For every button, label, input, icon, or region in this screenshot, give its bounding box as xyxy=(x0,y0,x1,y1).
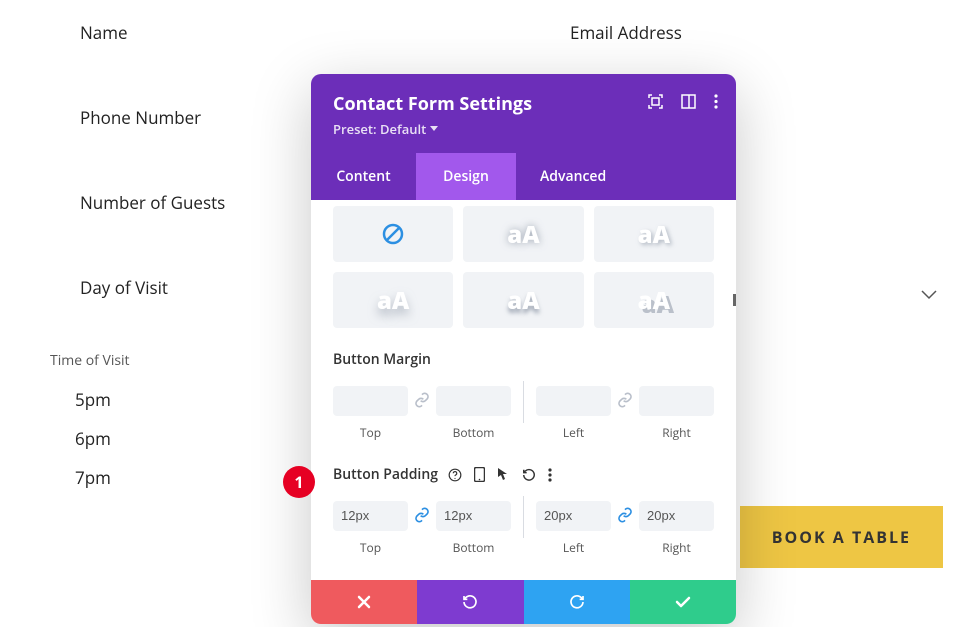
hover-icon[interactable] xyxy=(497,467,510,482)
shadow-preset-5[interactable]: aA xyxy=(594,272,714,328)
modal-tabs: Content Design Advanced xyxy=(311,153,736,200)
button-margin-label: Button Margin xyxy=(333,350,714,369)
padding-top-input[interactable] xyxy=(333,501,408,531)
shadow-none[interactable] xyxy=(333,206,453,262)
annotation-badge-1: 1 xyxy=(283,466,315,498)
chevron-down-icon[interactable] xyxy=(921,283,937,305)
redo-button[interactable] xyxy=(524,580,630,624)
preset-dropdown[interactable]: Preset: Default xyxy=(333,120,438,138)
divider xyxy=(523,496,524,538)
margin-link-tb-icon[interactable] xyxy=(414,391,430,435)
modal-header: Contact Form Settings Preset: Default xyxy=(311,74,736,153)
undo-icon xyxy=(462,594,478,610)
close-icon xyxy=(357,595,371,609)
tab-advanced[interactable]: Advanced xyxy=(516,153,736,200)
reset-icon[interactable] xyxy=(522,468,536,482)
margin-top-label: Top xyxy=(360,424,381,441)
margin-left-input[interactable] xyxy=(536,386,611,416)
padding-bottom-label: Bottom xyxy=(453,539,495,556)
cancel-button[interactable] xyxy=(311,580,417,624)
padding-left-label: Left xyxy=(563,539,584,556)
margin-right-label: Right xyxy=(662,424,691,441)
save-button[interactable] xyxy=(630,580,736,624)
undo-button[interactable] xyxy=(417,580,523,624)
divider xyxy=(523,381,524,423)
scrollbar-thumb[interactable] xyxy=(733,294,736,306)
dock-icon[interactable] xyxy=(681,94,696,109)
redo-icon xyxy=(569,594,585,610)
more-vert-icon[interactable] xyxy=(548,468,552,482)
check-icon xyxy=(675,596,691,608)
button-padding-label: Button Padding xyxy=(333,465,438,484)
margin-right-input[interactable] xyxy=(639,386,714,416)
expand-icon[interactable] xyxy=(648,94,663,109)
margin-left-label: Left xyxy=(563,424,584,441)
shadow-preset-3[interactable]: aA xyxy=(333,272,453,328)
margin-link-lr-icon[interactable] xyxy=(617,391,633,435)
padding-link-tb-icon[interactable] xyxy=(414,506,430,550)
modal-footer xyxy=(311,580,736,624)
padding-right-label: Right xyxy=(662,539,691,556)
help-icon[interactable] xyxy=(448,468,462,482)
modal-body: aA aA aA aA aA Button Margin Top Bottom xyxy=(311,200,736,560)
mobile-icon[interactable] xyxy=(474,467,485,482)
padding-top-label: Top xyxy=(360,539,381,556)
name-field-label[interactable]: Name xyxy=(50,21,911,44)
text-shadow-grid: aA aA aA aA aA xyxy=(333,206,714,328)
padding-link-lr-icon[interactable] xyxy=(617,506,633,550)
margin-bottom-label: Bottom xyxy=(453,424,495,441)
padding-bottom-input[interactable] xyxy=(436,501,511,531)
tab-content[interactable]: Content xyxy=(311,153,416,200)
tab-design[interactable]: Design xyxy=(416,153,516,200)
margin-bottom-input[interactable] xyxy=(436,386,511,416)
margin-top-input[interactable] xyxy=(333,386,408,416)
padding-left-input[interactable] xyxy=(536,501,611,531)
button-margin-section: Button Margin Top Bottom Left xyxy=(333,350,714,445)
padding-right-input[interactable] xyxy=(639,501,714,531)
shadow-preset-4[interactable]: aA xyxy=(463,272,583,328)
contact-form-settings-modal: Contact Form Settings Preset: Default Co… xyxy=(311,74,736,624)
book-a-table-button[interactable]: BOOK A TABLE xyxy=(740,506,943,568)
shadow-preset-2[interactable]: aA xyxy=(594,206,714,262)
email-field-label[interactable]: Email Address xyxy=(540,21,682,44)
shadow-preset-1[interactable]: aA xyxy=(463,206,583,262)
button-padding-section: Button Padding Top Bottom xyxy=(333,465,714,560)
more-icon[interactable] xyxy=(714,94,718,109)
